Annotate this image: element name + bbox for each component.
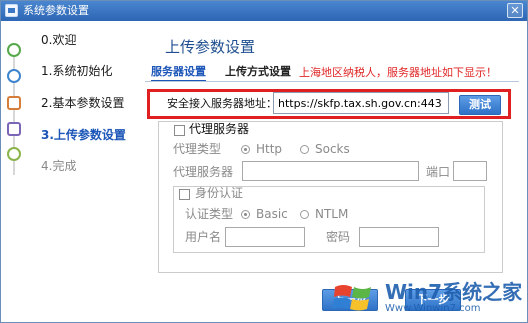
port-label: 端口 — [426, 165, 451, 179]
step-upload-params: 3.上传参数设置 — [41, 128, 126, 142]
close-button[interactable]: ✕ — [507, 3, 523, 18]
upload-icon — [7, 122, 21, 136]
proxy-checkbox[interactable] — [174, 125, 185, 136]
window-title: 系统参数设置 — [23, 4, 89, 17]
basic-radio[interactable] — [241, 210, 250, 219]
region-notice: 上海地区纳税人，服务器地址如下显示！ — [299, 66, 497, 79]
password-input[interactable] — [359, 227, 439, 247]
page-title: 上传参数设置 — [165, 38, 256, 56]
windows-logo-icon — [332, 285, 371, 311]
watermark-brand: Win7系统之家 — [385, 280, 523, 304]
windows-logo-yellow-pane — [350, 299, 369, 311]
title-bar[interactable]: 系统参数设置 ✕ — [1, 1, 527, 21]
proxy-checkbox-label: 代理服务器 — [189, 122, 250, 136]
auth-checkbox-label: 身份认证 — [195, 186, 244, 200]
ntlm-radio-label: NTLM — [315, 207, 349, 221]
proxy-type-label: 代理类型 — [173, 142, 222, 156]
basic-radio-label: Basic — [256, 207, 288, 221]
step-finish: 4.完成 — [41, 159, 77, 173]
proxy-server-label: 代理服务器 — [173, 165, 234, 179]
tab-server-settings[interactable]: 服务器设置 — [151, 65, 206, 81]
proxy-server-input[interactable] — [242, 161, 419, 181]
username-label: 用户名 — [185, 230, 222, 244]
socks-radio[interactable] — [300, 145, 309, 154]
check-icon — [7, 147, 21, 161]
settings-window: 系统参数设置 ✕ 0.欢迎 1.系统初始化 2.基本参数设置 3.上传参数设置 … — [0, 0, 528, 323]
socks-radio-label: Socks — [315, 142, 350, 156]
windows-logo-blue-pane — [332, 297, 350, 309]
app-icon — [5, 4, 18, 17]
server-address-input[interactable] — [273, 92, 449, 114]
watermark-url: Www.Winwin7.com — [385, 303, 481, 314]
tab-upload-method[interactable]: 上传方式设置 — [225, 65, 291, 81]
http-radio[interactable] — [241, 145, 250, 154]
auth-checkbox[interactable] — [179, 189, 190, 200]
windows-logo-red-pane — [334, 285, 352, 297]
auth-type-label: 认证类型 — [185, 207, 234, 221]
server-address-label: 安全接入服务器地址： — [167, 97, 277, 110]
step-welcome: 0.欢迎 — [41, 33, 77, 47]
http-radio-label: Http — [256, 142, 283, 156]
welcome-step-icon — [7, 43, 21, 57]
tab-divider — [145, 81, 519, 82]
port-input[interactable] — [453, 161, 487, 181]
step-system-init: 1.系统初始化 — [41, 64, 113, 78]
user-icon — [7, 96, 21, 110]
username-input[interactable] — [225, 227, 305, 247]
gear-icon — [7, 69, 21, 83]
password-label: 密码 — [326, 230, 351, 244]
test-button[interactable]: 测试 — [459, 95, 501, 115]
windows-logo-green-pane — [352, 287, 371, 299]
step-basic-params: 2.基本参数设置 — [41, 96, 125, 110]
ntlm-radio[interactable] — [300, 210, 309, 219]
